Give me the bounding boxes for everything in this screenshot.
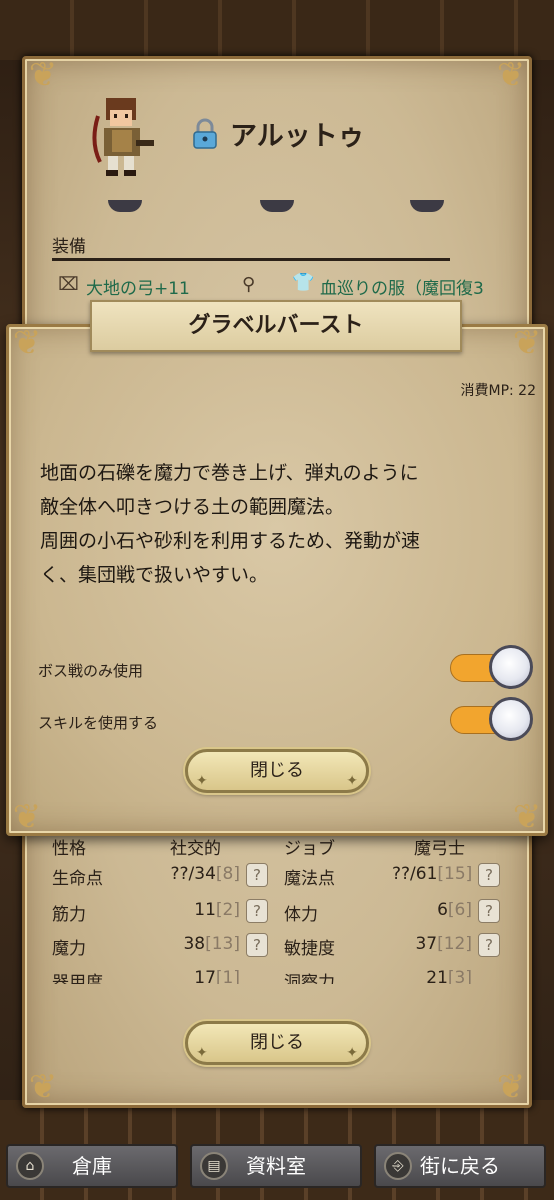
- nav-archive-label: 資料室: [246, 1154, 306, 1178]
- corner-ornament-icon: ❦: [512, 797, 542, 837]
- corner-ornament-icon: ❦: [496, 1067, 526, 1107]
- bow-icon: ⌧: [58, 274, 79, 295]
- toggle-boss-only-label: ボス戦のみ使用: [38, 662, 144, 680]
- skill-title: グラベルバースト: [90, 300, 462, 352]
- search-icon[interactable]: ⚲: [242, 274, 255, 295]
- nav-warehouse-label: 倉庫: [72, 1154, 112, 1178]
- skill-description: 地面の石礫を魔力で巻き上げ、弾丸のように 敵全体へ叩きつける土の範囲魔法。 周囲…: [40, 462, 421, 586]
- corner-ornament-icon: ❦: [496, 55, 526, 95]
- stat-label-personality: 性格: [52, 839, 86, 859]
- stat-label-magic: 魔力: [52, 939, 86, 959]
- stat-value-strength: 11[2]: [194, 900, 240, 920]
- nav-return-town[interactable]: ⎆ 街に戻る: [374, 1144, 546, 1188]
- panel-close-button[interactable]: ✦ 閉じる ✦: [185, 1021, 369, 1065]
- toggle-use-skill-label: スキルを使用する: [38, 714, 159, 732]
- archive-icon: ▤: [200, 1152, 228, 1180]
- background-ceiling: [0, 0, 554, 60]
- stat-value-dexterity: 17[1]: [194, 968, 240, 984]
- stat-value-personality: 社交的: [170, 839, 221, 859]
- bottom-nav: ⌂ 倉庫 ▤ 資料室 ⎆ 街に戻る: [0, 1144, 554, 1190]
- equipped-weapon[interactable]: 大地の弓+11: [86, 274, 190, 299]
- stat-label-insight: 洞察力: [284, 973, 335, 984]
- stat-label-stamina: 体力: [284, 905, 318, 925]
- corner-ornament-icon: ❦: [28, 1067, 58, 1107]
- toggle-use-skill[interactable]: [450, 697, 533, 741]
- ornament-icon: ✦: [346, 773, 358, 789]
- modal-close-button[interactable]: ✦ 閉じる ✦: [185, 749, 369, 793]
- modal-close-label: 閉じる: [250, 760, 304, 781]
- help-button[interactable]: ?: [246, 933, 268, 957]
- help-button[interactable]: ?: [478, 899, 500, 923]
- help-button[interactable]: ?: [478, 933, 500, 957]
- stat-value-hp: ??/34[8]: [170, 864, 241, 884]
- corner-ornament-icon: ❦: [12, 323, 42, 363]
- stat-value-insight: 21[3]: [426, 968, 472, 984]
- nav-archive[interactable]: ▤ 資料室: [190, 1144, 362, 1188]
- stat-value-magic: 38[13]: [183, 934, 240, 954]
- ornament-icon: ✦: [346, 1045, 358, 1061]
- stat-label-agility: 敏捷度: [284, 939, 335, 959]
- panel-close-label: 閉じる: [250, 1032, 304, 1053]
- nav-warehouse[interactable]: ⌂ 倉庫: [6, 1144, 178, 1188]
- help-button[interactable]: ?: [246, 863, 268, 887]
- toggle-knob[interactable]: [489, 697, 533, 741]
- stat-label-strength: 筋力: [52, 905, 86, 925]
- stat-value-agility: 37[12]: [415, 934, 472, 954]
- stat-label-hp: 生命点: [52, 869, 103, 889]
- toggle-knob[interactable]: [489, 645, 533, 689]
- ornament-icon: ✦: [196, 1045, 208, 1061]
- stats-clip: 器用度 17[1] 洞察力 21[3]: [40, 964, 520, 984]
- lock-icon[interactable]: [192, 118, 218, 150]
- help-button[interactable]: ?: [246, 899, 268, 923]
- toggle-boss-only[interactable]: [450, 645, 533, 689]
- mp-cost: 消費MP: 22: [460, 383, 536, 399]
- corner-ornament-icon: ❦: [512, 323, 542, 363]
- warehouse-icon: ⌂: [16, 1152, 44, 1180]
- door-icon: ⎆: [384, 1152, 412, 1180]
- corner-ornament-icon: ❦: [28, 55, 58, 95]
- stat-value-mp: ??/61[15]: [392, 864, 473, 884]
- equipment-divider: [52, 258, 450, 261]
- shirt-icon: 👕: [292, 272, 315, 293]
- help-button[interactable]: ?: [478, 863, 500, 887]
- character-name: アルットゥ: [230, 121, 365, 152]
- ornament-icon: ✦: [196, 773, 208, 789]
- nav-return-town-label: 街に戻る: [420, 1154, 500, 1178]
- stat-value-job: 魔弓士: [414, 839, 465, 859]
- corner-ornament-icon: ❦: [12, 797, 42, 837]
- equipment-heading: 装備: [52, 237, 86, 257]
- stat-value-stamina: 6[6]: [437, 900, 472, 920]
- stat-label-dexterity: 器用度: [52, 973, 103, 984]
- equipped-armor[interactable]: 血巡りの服（魔回復3: [320, 274, 484, 299]
- stat-label-job: ジョブ: [284, 839, 335, 859]
- character-sprite: [92, 98, 154, 176]
- stat-label-mp: 魔法点: [284, 869, 335, 889]
